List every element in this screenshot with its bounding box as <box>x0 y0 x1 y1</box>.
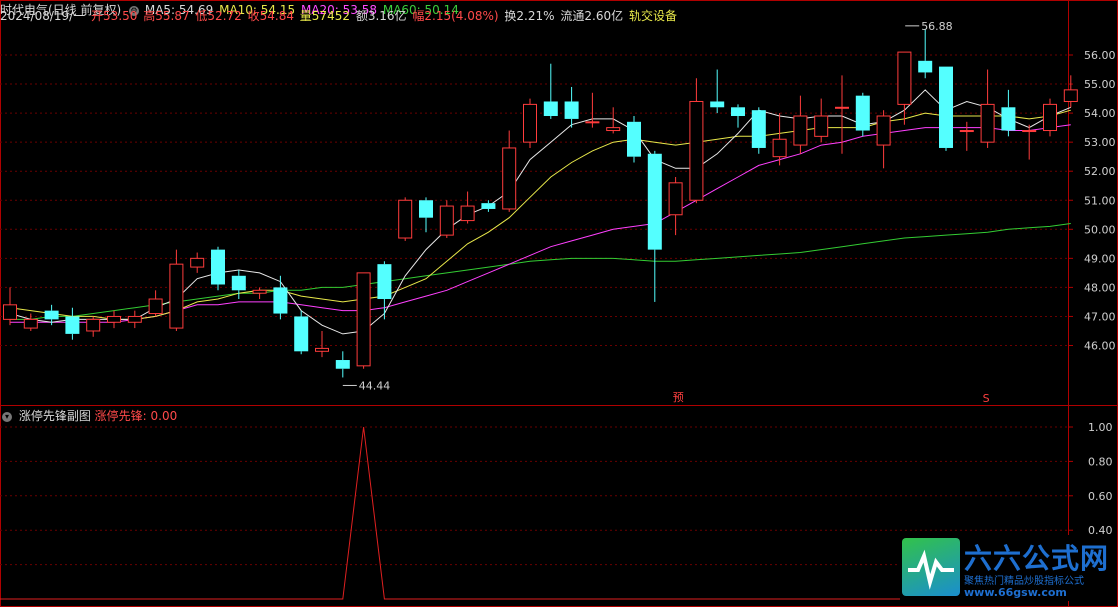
candle-up <box>1043 103 1057 132</box>
low-label: 44.44 <box>359 379 391 392</box>
logo-title: 六六公式网 <box>964 542 1110 575</box>
y-tick-label: 51.00 <box>1084 194 1116 207</box>
candle-up <box>86 318 101 332</box>
candle-up <box>876 115 891 146</box>
candle-down <box>1001 107 1016 131</box>
y-tick-label: 56.00 <box>1084 49 1116 62</box>
candle-up <box>460 205 475 222</box>
candle-down <box>731 107 745 117</box>
quote-date: 2024/08/19/一 <box>0 9 86 23</box>
candle-down <box>211 249 225 285</box>
candle-up <box>668 182 683 216</box>
candle-down <box>647 153 662 250</box>
marker-s: S <box>983 392 990 405</box>
y-tick-label: 55.00 <box>1084 78 1116 91</box>
quote-line: 2024/08/19/一 开53.50 高55.87 低52.72 收54.84… <box>0 6 1068 26</box>
candle-down <box>627 121 641 157</box>
quote-low: 低52.72 <box>195 9 242 23</box>
sub-y-tick-label: 0.60 <box>1088 490 1113 503</box>
sub-y-tick-label: 1.00 <box>1088 421 1113 434</box>
candle-down <box>481 203 496 209</box>
quote-turnover: 换2.21% <box>504 9 555 23</box>
candle-down <box>294 316 309 352</box>
candle-down <box>377 264 392 300</box>
quote-sector[interactable]: 轨交设备 <box>629 9 677 23</box>
candle-up <box>23 318 38 329</box>
candle-up <box>814 115 829 137</box>
ma20-line <box>10 124 1071 323</box>
quote-high: 高55.87 <box>143 9 190 23</box>
quote-change: 幅2.15(4.08%) <box>412 9 499 23</box>
candle-down <box>335 360 350 369</box>
candle-up <box>502 147 517 210</box>
candle-up <box>3 304 17 320</box>
y-tick-label: 46.00 <box>1084 340 1116 353</box>
candle-up <box>606 127 621 132</box>
y-tick-label: 53.00 <box>1084 136 1116 149</box>
candle-up <box>523 103 537 143</box>
quote-amount: 额3.16亿 <box>355 9 407 23</box>
y-tick-label: 49.00 <box>1084 252 1116 265</box>
y-tick-label: 52.00 <box>1084 165 1116 178</box>
ma60-line <box>10 223 1071 320</box>
candle-down <box>231 275 246 291</box>
candle-down <box>710 101 725 108</box>
candle-down <box>855 95 870 131</box>
quote-open: 开53.50 <box>91 9 138 23</box>
logo-url: www.66gsw.com <box>964 586 1067 599</box>
y-tick-label: 47.00 <box>1084 310 1116 323</box>
candle-up <box>127 315 142 323</box>
marker-yu: 预 <box>673 391 684 404</box>
candle-up <box>980 103 995 143</box>
candle-down <box>44 310 59 320</box>
candle-up <box>148 298 163 315</box>
ma10-line <box>9 109 1071 320</box>
candle-up <box>315 347 329 352</box>
quote-float: 流通2.60亿 <box>560 9 624 23</box>
candle-up <box>1063 89 1078 102</box>
candle-down <box>273 287 288 314</box>
sub-y-tick-label: 0.80 <box>1088 455 1113 468</box>
candle-down <box>543 101 558 117</box>
quote-close: 收54.84 <box>247 9 294 23</box>
candle-down <box>918 60 933 73</box>
candle-up <box>356 272 371 367</box>
candle-down <box>419 200 433 218</box>
candle-down <box>939 66 953 148</box>
indicator-value: 涨停先锋: 0.00 <box>94 409 178 423</box>
candle-up <box>252 289 267 294</box>
candle-up <box>169 263 184 329</box>
collapse-icon[interactable]: ▾ <box>2 411 12 422</box>
candle-down <box>65 316 80 334</box>
candle-up <box>190 257 205 268</box>
indicator-header: ▾ 涨停先锋副图 涨停先锋: 0.00 <box>0 407 177 425</box>
candle-up <box>107 315 121 323</box>
candle-up <box>772 138 787 158</box>
site-logo: 六六公式网 聚焦热门精品炒股指标公式 www.66gsw.com <box>900 535 1112 601</box>
logo-wave-icon <box>908 549 954 590</box>
chart-canvas[interactable]: 56.00 55.00 54.00 53.00 52.00 51.00 50.00 49.00… <box>0 0 1118 607</box>
candle-up <box>959 130 974 133</box>
candle-up <box>1022 130 1037 133</box>
candle-up <box>897 51 912 105</box>
candle-down <box>751 110 766 148</box>
y-tick-label: 54.00 <box>1084 107 1116 120</box>
stock-chart-window: { "header": { "title": "时代电气(日线 前复权)", "… <box>0 0 1118 607</box>
logo-subtitle: 聚焦热门精品炒股指标公式 <box>964 576 1084 587</box>
candle-up <box>585 121 600 124</box>
ma5-line <box>9 89 1071 335</box>
logo-mark-icon <box>902 538 960 596</box>
candle-up <box>439 205 454 236</box>
y-tick-label: 50.00 <box>1084 223 1116 236</box>
candle-down <box>564 101 579 119</box>
y-tick-label: 48.00 <box>1084 281 1116 294</box>
candle-up <box>835 106 849 109</box>
candle-up <box>689 100 704 201</box>
candle-up <box>793 115 808 146</box>
candle-up <box>398 199 413 239</box>
indicator-name[interactable]: 涨停先锋副图 <box>19 409 91 423</box>
quote-volume: 量57452 <box>299 9 350 23</box>
